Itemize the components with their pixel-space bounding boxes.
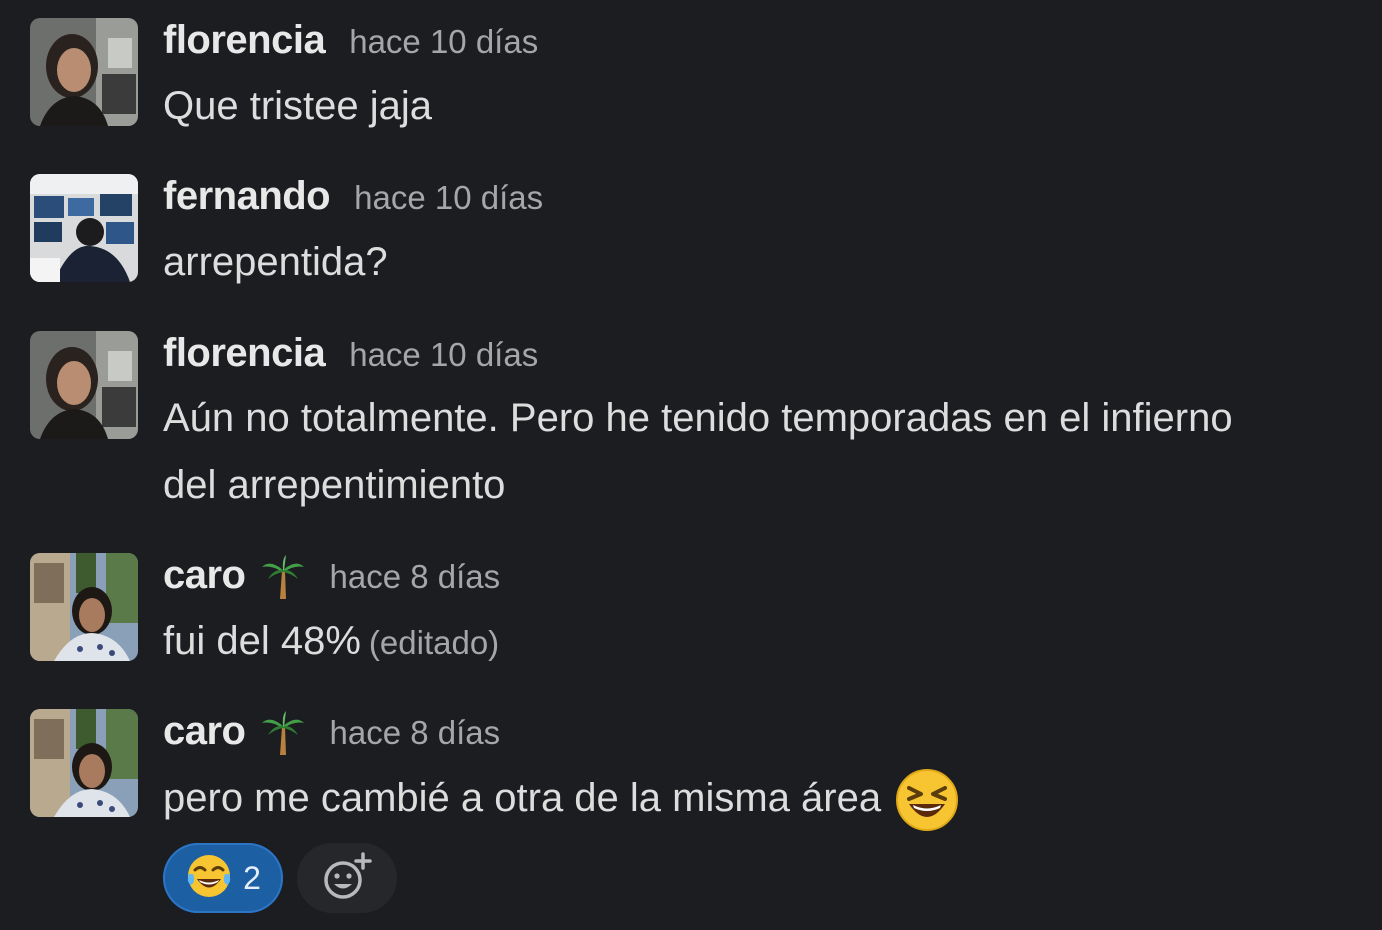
avatar-caro-image [30,709,138,817]
avatar[interactable] [30,174,138,282]
timestamp[interactable]: hace 10 días [354,179,543,217]
avatar[interactable] [30,709,138,817]
message-text: fui del 48% [163,619,361,663]
author-name[interactable]: florencia [163,331,326,376]
avatar-florencia-image [30,331,138,439]
avatar-fernando-image [30,174,138,282]
laughing-face-icon [895,768,959,832]
message-body: fui del 48% (editado) [163,608,499,676]
message-text: arrepentida? [163,240,388,284]
author-name[interactable]: florencia [163,18,326,63]
palm-tree-icon[interactable] [260,555,306,601]
timestamp[interactable]: hace 8 días [330,714,501,752]
message-text: pero me cambié a otra de la misma área [163,776,882,820]
avatar[interactable] [30,18,138,126]
message-text: Que tristee jaja [163,84,433,128]
reaction-pill[interactable]: 2 [163,843,283,913]
edited-label: (editado) [368,624,500,661]
author-name[interactable]: caro [163,709,246,754]
tears-of-joy-icon [185,852,233,905]
timestamp[interactable]: hace 8 días [330,558,501,596]
reactions-bar: 2 [163,843,397,913]
message-text: Aún no totalmente. Pero he tenido tempor… [163,396,1233,440]
timestamp[interactable]: hace 10 días [349,336,538,374]
timestamp[interactable]: hace 10 días [349,23,538,61]
palm-tree-icon[interactable] [260,711,306,757]
avatar[interactable] [30,553,138,661]
author-name[interactable]: fernando [163,174,331,219]
add-reaction-button[interactable] [297,843,397,913]
avatar-caro-image [30,553,138,661]
message-text: del arrepentimiento [163,463,506,507]
reaction-count: 2 [243,859,261,896]
message-body: pero me cambié a otra de la misma área [163,765,959,832]
add-reaction-icon [321,850,373,907]
author-name[interactable]: caro [163,553,246,598]
avatar[interactable] [30,331,138,439]
avatar-florencia-image [30,18,138,126]
